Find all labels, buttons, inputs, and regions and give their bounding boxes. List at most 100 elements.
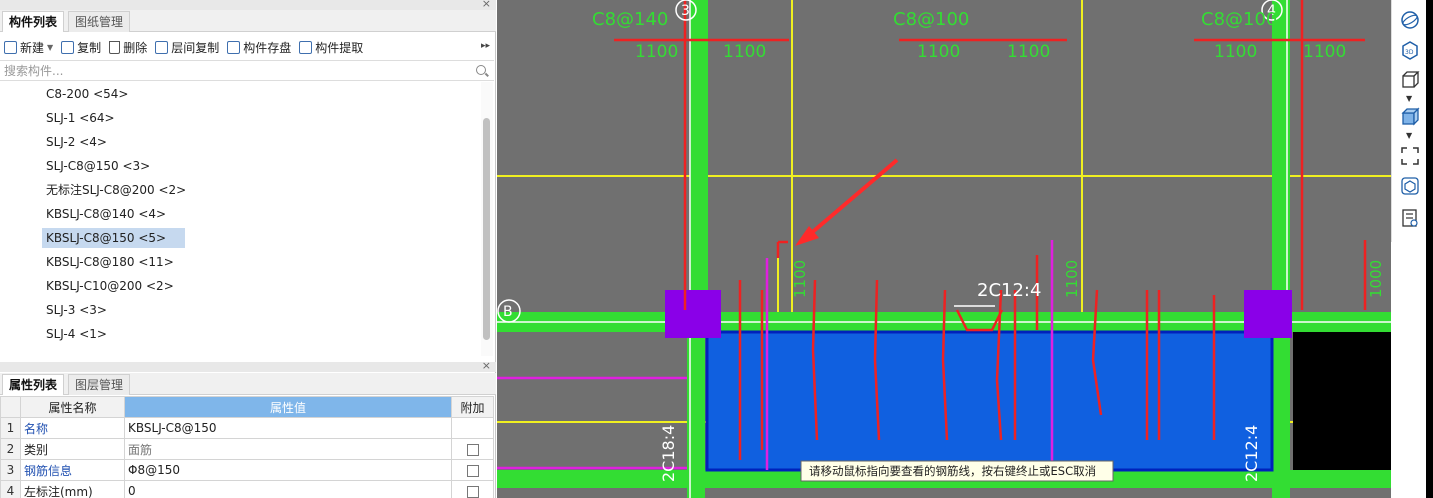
chevron-down-icon[interactable]: ▼ — [1406, 131, 1412, 140]
dim-label: 1100 — [1303, 42, 1346, 62]
column-header-value: 属性值 — [124, 396, 452, 418]
close-icon[interactable]: × — [482, 359, 491, 372]
beam-label-left: 2C18:4 — [659, 425, 678, 482]
dim-label-vertical-right: 1000 — [1367, 260, 1385, 298]
view-toolbar: 3D ▼ ▼ — [1391, 0, 1426, 242]
copy-button-label: 复制 — [77, 40, 102, 55]
save-component-button-label: 构件存盘 — [243, 40, 292, 55]
tooltip-text: 请移动鼠标指向要查看的钢筋线，按右键终止或ESC取消 — [809, 464, 1096, 478]
delete-button-label: 删除 — [123, 40, 148, 55]
column-right[interactable] — [1244, 290, 1292, 338]
search-icon[interactable] — [476, 65, 486, 75]
property-extra — [451, 438, 494, 460]
list-item[interactable]: SLJ-C8@150 <3> — [42, 156, 154, 176]
property-extra — [451, 480, 494, 498]
row-number: 3 — [0, 459, 21, 481]
beam-label-top: 2C12:4 — [977, 280, 1041, 301]
property-value[interactable]: KBSLJ-C8@150 — [124, 417, 452, 439]
table-row: 4 左标注(mm) 0 — [0, 480, 494, 498]
blue-slab[interactable] — [705, 330, 1274, 472]
dim-label: 1100 — [1007, 42, 1050, 62]
table-row: 3 钢筋信息 Φ8@150 — [0, 459, 494, 481]
rebar-label-top-left: C8@140 — [592, 9, 668, 30]
search-input[interactable] — [0, 61, 460, 80]
property-extra — [451, 459, 494, 481]
column-header-extra: 附加 — [451, 396, 494, 418]
copy-button[interactable]: 复制 — [57, 36, 105, 58]
list-item[interactable]: SLJ-1 <64> — [42, 108, 119, 128]
black-region — [1293, 332, 1391, 470]
dim-label-vertical: 1100 — [791, 260, 809, 298]
rebar-label-top-right: C8@100 — [1201, 9, 1277, 30]
extract-component-button[interactable]: 构件提取 — [295, 36, 367, 58]
layer-view-icon[interactable] — [1400, 208, 1420, 228]
property-table: 属性名称 属性值 附加 1 名称 KBSLJ-C8@150 2 类别 面筋 3 … — [0, 396, 494, 498]
svg-text:3D: 3D — [1405, 49, 1414, 56]
row-number: 2 — [0, 438, 21, 460]
column-header-index — [0, 396, 21, 418]
extra-checkbox[interactable] — [466, 443, 479, 456]
property-value[interactable]: Φ8@150 — [124, 459, 452, 481]
table-row: 1 名称 KBSLJ-C8@150 — [0, 417, 494, 439]
list-item-selected[interactable]: KBSLJ-C8@150 <5> — [42, 228, 185, 248]
box-select-icon[interactable] — [1400, 176, 1420, 196]
axis-label-b-left: B — [503, 304, 513, 320]
component-search — [0, 60, 494, 81]
tab-property-list[interactable]: 属性列表 — [2, 374, 65, 395]
left-panel: × 构件列表 图纸管理 新建 ▼ 复制 删除 层间复制 构件存盘 构件提取 ▸▸… — [0, 0, 496, 498]
rebar-label-top-mid: C8@100 — [893, 9, 969, 30]
chevron-down-icon[interactable]: ▼ — [47, 43, 53, 52]
3d-view-icon[interactable]: 3D — [1400, 40, 1420, 60]
property-value[interactable]: 面筋 — [124, 438, 452, 460]
panel-header-strip: × — [0, 0, 496, 10]
extra-checkbox[interactable] — [466, 464, 479, 477]
close-icon[interactable]: × — [482, 0, 491, 10]
cube-view-icon[interactable] — [1400, 70, 1420, 90]
floor-copy-icon — [155, 40, 169, 54]
cube-solid-icon[interactable] — [1400, 107, 1420, 127]
property-value[interactable]: 0 — [124, 480, 452, 498]
axis-label-b-right: B — [1402, 300, 1424, 322]
save-component-button[interactable]: 构件存盘 — [223, 36, 295, 58]
property-name: 钢筋信息 — [20, 459, 125, 481]
orbit-icon[interactable] — [1400, 10, 1420, 30]
list-item[interactable]: SLJ-2 <4> — [42, 132, 111, 152]
list-item[interactable]: KBSLJ-C10@200 <2> — [42, 276, 178, 296]
list-scrollbar-thumb[interactable] — [483, 118, 490, 340]
copy-icon — [61, 40, 75, 54]
list-item[interactable]: C8-200 <54> — [42, 84, 132, 104]
list-item[interactable]: SLJ-4 <1> — [42, 324, 111, 344]
list-item[interactable]: KBSLJ-C8@180 <11> — [42, 252, 178, 272]
chevron-down-icon[interactable]: ▼ — [1406, 94, 1412, 103]
tab-layer-management[interactable]: 图层管理 — [68, 374, 131, 395]
dim-label: 1100 — [635, 42, 678, 62]
dim-label: 1100 — [917, 42, 960, 62]
drawing-canvas[interactable]: 3 4 B C8@140 C8@100 C8@100 1100 1100 110… — [497, 0, 1391, 498]
floor-copy-button-label: 层间复制 — [171, 40, 220, 55]
fit-view-icon[interactable] — [1400, 146, 1420, 166]
list-item[interactable]: KBSLJ-C8@140 <4> — [42, 204, 170, 224]
component-toolbar: 新建 ▼ 复制 删除 层间复制 构件存盘 构件提取 ▸▸ — [0, 34, 496, 60]
cad-drawing: 3 4 B C8@140 C8@100 C8@100 1100 1100 110… — [497, 0, 1391, 498]
delete-button[interactable]: 删除 — [105, 36, 151, 58]
edge-strip — [1426, 0, 1433, 498]
tab-drawing-management[interactable]: 图纸管理 — [68, 11, 131, 32]
status-tooltip: 请移动鼠标指向要查看的钢筋线，按右键终止或ESC取消 — [800, 460, 1114, 482]
extra-checkbox[interactable] — [466, 485, 479, 498]
toolbar-overflow-icon[interactable]: ▸▸ — [481, 41, 490, 51]
new-button[interactable]: 新建 ▼ — [0, 36, 57, 58]
list-item[interactable]: 无标注SLJ-C8@200 <2> — [42, 180, 190, 200]
list-item[interactable]: SLJ-3 <3> — [42, 300, 111, 320]
tab-component-list[interactable]: 构件列表 — [2, 11, 65, 32]
floor-copy-button[interactable]: 层间复制 — [151, 36, 223, 58]
row-number: 4 — [0, 480, 21, 498]
component-tabbar: 构件列表 图纸管理 — [0, 10, 496, 32]
property-name: 名称 — [20, 417, 125, 439]
table-header-row: 属性名称 属性值 附加 — [0, 396, 494, 418]
property-extra — [451, 417, 494, 439]
row-number: 1 — [0, 417, 21, 439]
property-name: 类别 — [20, 438, 125, 460]
column-left[interactable] — [665, 290, 721, 338]
dim-label-vertical: 1100 — [1063, 260, 1081, 298]
save-icon — [227, 40, 241, 54]
